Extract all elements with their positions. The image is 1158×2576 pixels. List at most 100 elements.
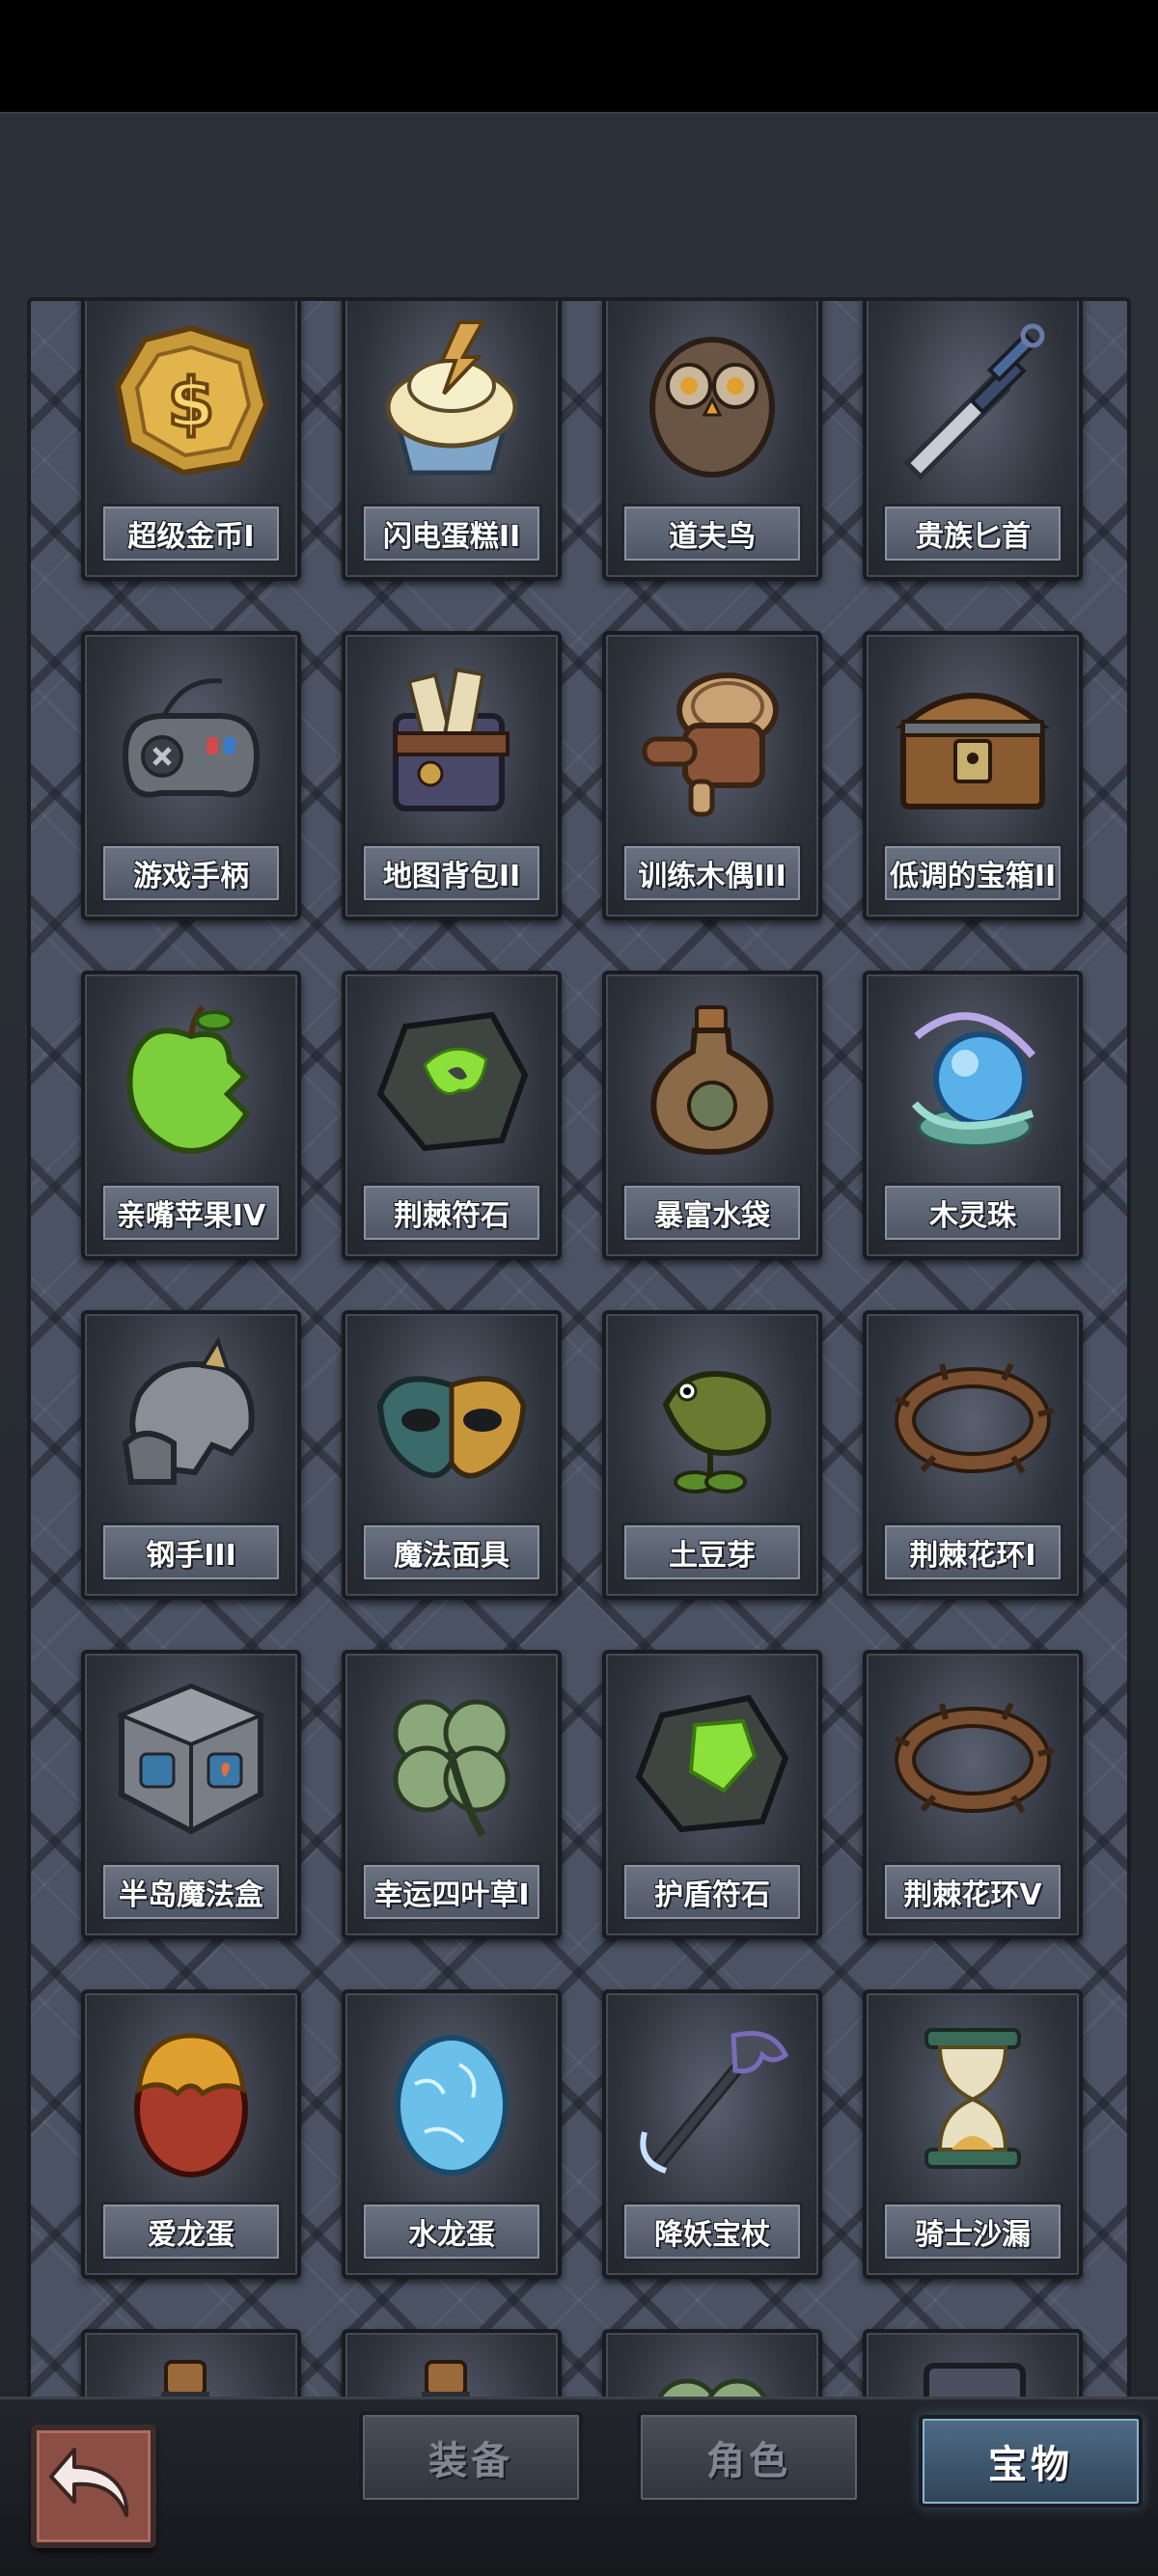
item-name: 降妖宝杖	[654, 2218, 770, 2252]
potato-sprout-icon	[627, 1337, 797, 1499]
item-card[interactable]: 爱龙蛋	[81, 1989, 301, 2279]
red-dragon-egg-icon	[106, 2016, 276, 2179]
item-name-plate: 暴富水袋	[621, 1183, 803, 1243]
item-card[interactable]: 半岛魔法盒	[81, 1650, 301, 1939]
item-name: 木灵珠	[929, 1199, 1016, 1233]
item-card[interactable]: 贵族匕首	[863, 301, 1083, 581]
item-card[interactable]: 低调的宝箱II	[863, 631, 1083, 920]
item-name: 训练木偶III	[638, 860, 786, 893]
tab-label: 装备	[428, 2439, 513, 2483]
item-card[interactable]: 亲嘴苹果IV	[81, 971, 301, 1260]
thorn-wreath-icon	[888, 1677, 1058, 1839]
item-card[interactable]: 骑士沙漏	[863, 1989, 1083, 2279]
gold-coin-icon: $	[106, 318, 276, 480]
wooden-dummy-icon	[627, 658, 797, 820]
item-name: 荆棘符石	[394, 1199, 510, 1233]
lightning-cake-icon	[367, 318, 537, 480]
item-name: 荆棘花环I	[909, 1539, 1036, 1573]
item-name-plate: 木灵珠	[882, 1183, 1063, 1243]
item-name: 骑士沙漏	[915, 2218, 1031, 2252]
magic-cube-icon	[106, 1677, 276, 1839]
item-name-plate: 幸运四叶草I	[361, 1862, 542, 1922]
water-dragon-egg-icon	[367, 2016, 537, 2179]
tab-treasures[interactable]: 宝物	[919, 2415, 1143, 2507]
item-name-plate: 超级金币I	[100, 504, 282, 563]
hourglass-icon	[888, 2016, 1058, 2179]
item-card[interactable]: 荆棘花环V	[863, 1650, 1083, 1939]
item-name: 游戏手柄	[133, 860, 249, 893]
item-name-plate: 贵族匕首	[882, 504, 1063, 563]
thorn-wreath-icon	[888, 1337, 1058, 1499]
item-card[interactable]: 降妖宝杖	[602, 1989, 822, 2279]
item-card[interactable]: 水龙蛋	[342, 1989, 562, 2279]
tab-label: 宝物	[988, 2443, 1073, 2487]
four-leaf-clover-icon	[367, 1677, 537, 1839]
item-name: 护盾符石	[654, 1878, 770, 1912]
tab-equipment[interactable]: 装备	[359, 2411, 583, 2504]
item-name-plate: 爱龙蛋	[100, 2202, 282, 2261]
item-name: 幸运四叶草I	[373, 1878, 530, 1912]
item-name-plate: 训练木偶III	[621, 843, 803, 903]
shield-rune-stone-icon	[627, 1677, 797, 1839]
item-card[interactable]: 闪电蛋糕II	[342, 301, 562, 581]
item-name: 荆棘花环V	[903, 1878, 1042, 1912]
item-name-plate: 地图背包II	[361, 843, 542, 903]
item-name: 半岛魔法盒	[119, 1878, 263, 1912]
item-name: 钢手III	[146, 1539, 236, 1573]
item-name-plate: 闪电蛋糕II	[361, 504, 542, 563]
item-name-plate: 低调的宝箱II	[882, 843, 1063, 903]
item-card[interactable]: 训练木偶III	[602, 631, 822, 920]
item-name-plate: 游戏手柄	[100, 843, 282, 903]
thorn-rune-stone-icon	[367, 998, 537, 1160]
svg-text:$: $	[168, 364, 215, 443]
dagger-icon	[888, 318, 1058, 480]
item-name-plate: 护盾符石	[621, 1862, 803, 1922]
bottom-nav-bar: 装备 角色 宝物	[0, 2397, 1158, 2576]
treasure-chest-icon	[888, 658, 1058, 820]
wood-spirit-orb-icon	[888, 998, 1058, 1160]
item-name: 暴富水袋	[654, 1199, 770, 1233]
magic-mask-icon	[367, 1337, 537, 1499]
item-card[interactable]: $ 超级金币I	[81, 301, 301, 581]
item-name-plate: 道夫鸟	[621, 504, 803, 563]
item-name: 超级金币I	[127, 520, 255, 554]
status-bar	[0, 0, 1158, 112]
item-grid-frame: $ 超级金币I 闪电蛋糕II 道夫鸟 贵族匕首游戏手柄 地图背包II 训练木偶III 低调的宝…	[27, 297, 1131, 2482]
item-name: 道夫鸟	[669, 520, 756, 554]
item-card[interactable]: 魔法面具	[342, 1310, 562, 1600]
treasure-panel: $ 超级金币I 闪电蛋糕II 道夫鸟 贵族匕首游戏手柄 地图背包II 训练木偶III 低调的宝…	[0, 112, 1158, 2482]
item-name: 闪电蛋糕II	[382, 520, 521, 554]
item-name-plate: 荆棘花环V	[882, 1862, 1063, 1922]
back-arrow-icon	[49, 2448, 129, 2517]
owl-icon	[627, 318, 797, 480]
item-name-plate: 土豆芽	[621, 1522, 803, 1582]
demon-staff-icon	[627, 2016, 797, 2179]
item-card[interactable]: 木灵珠	[863, 971, 1083, 1260]
item-card[interactable]: 暴富水袋	[602, 971, 822, 1260]
item-name: 水龙蛋	[408, 2218, 495, 2252]
item-name: 地图背包II	[382, 860, 521, 893]
gamepad-icon	[106, 658, 276, 820]
tab-characters[interactable]: 角色	[637, 2411, 861, 2504]
item-card[interactable]: 土豆芽	[602, 1310, 822, 1600]
item-card[interactable]: 游戏手柄	[81, 631, 301, 920]
item-name-plate: 水龙蛋	[361, 2202, 542, 2261]
item-name-plate: 荆棘花环I	[882, 1522, 1063, 1582]
item-name: 贵族匕首	[915, 520, 1031, 554]
item-card[interactable]: 荆棘花环I	[863, 1310, 1083, 1600]
item-card[interactable]: 荆棘符石	[342, 971, 562, 1260]
tab-label: 角色	[706, 2439, 791, 2483]
item-card[interactable]: 幸运四叶草I	[342, 1650, 562, 1939]
item-card[interactable]: 地图背包II	[342, 631, 562, 920]
item-card[interactable]: 道夫鸟	[602, 301, 822, 581]
item-name: 低调的宝箱II	[889, 860, 1057, 893]
water-pouch-icon	[627, 998, 797, 1160]
item-name-plate: 半岛魔法盒	[100, 1862, 282, 1922]
item-name-plate: 骑士沙漏	[882, 2202, 1063, 2261]
item-card[interactable]: 护盾符石	[602, 1650, 822, 1939]
item-name: 土豆芽	[669, 1539, 756, 1573]
item-card[interactable]: 钢手III	[81, 1310, 301, 1600]
item-name-plate: 亲嘴苹果IV	[100, 1183, 282, 1243]
back-button[interactable]	[31, 2425, 156, 2548]
item-name: 魔法面具	[394, 1539, 510, 1573]
